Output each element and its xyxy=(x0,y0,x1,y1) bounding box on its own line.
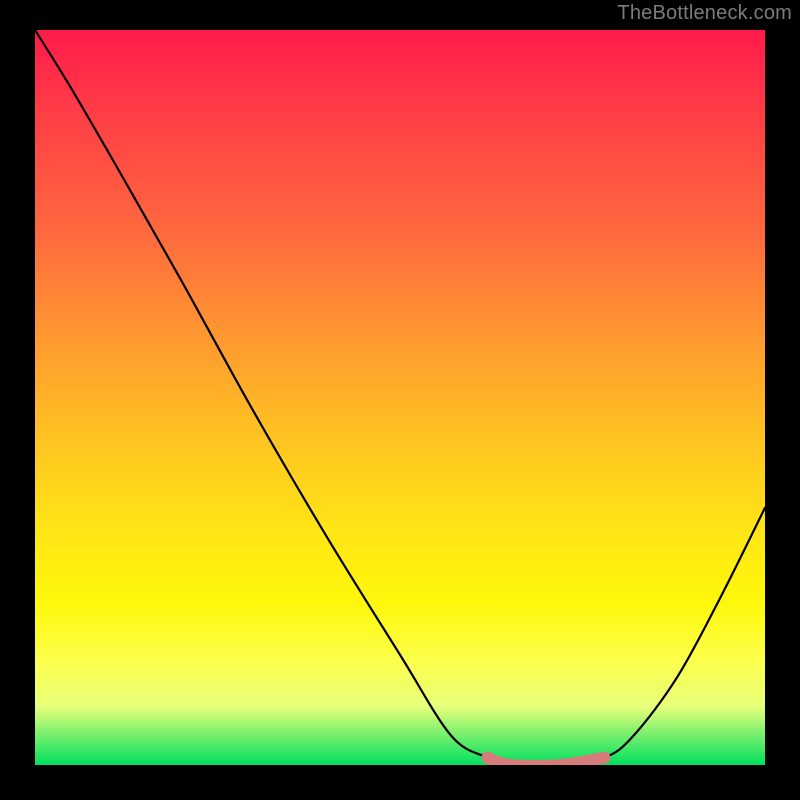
highlight-segment xyxy=(488,758,605,765)
chart-container: TheBottleneck.com xyxy=(0,0,800,800)
main-curve xyxy=(35,30,765,765)
plot-area xyxy=(35,30,765,765)
highlight-start-dot xyxy=(482,752,494,764)
watermark-text: TheBottleneck.com xyxy=(617,2,792,25)
curve-svg xyxy=(35,30,765,765)
